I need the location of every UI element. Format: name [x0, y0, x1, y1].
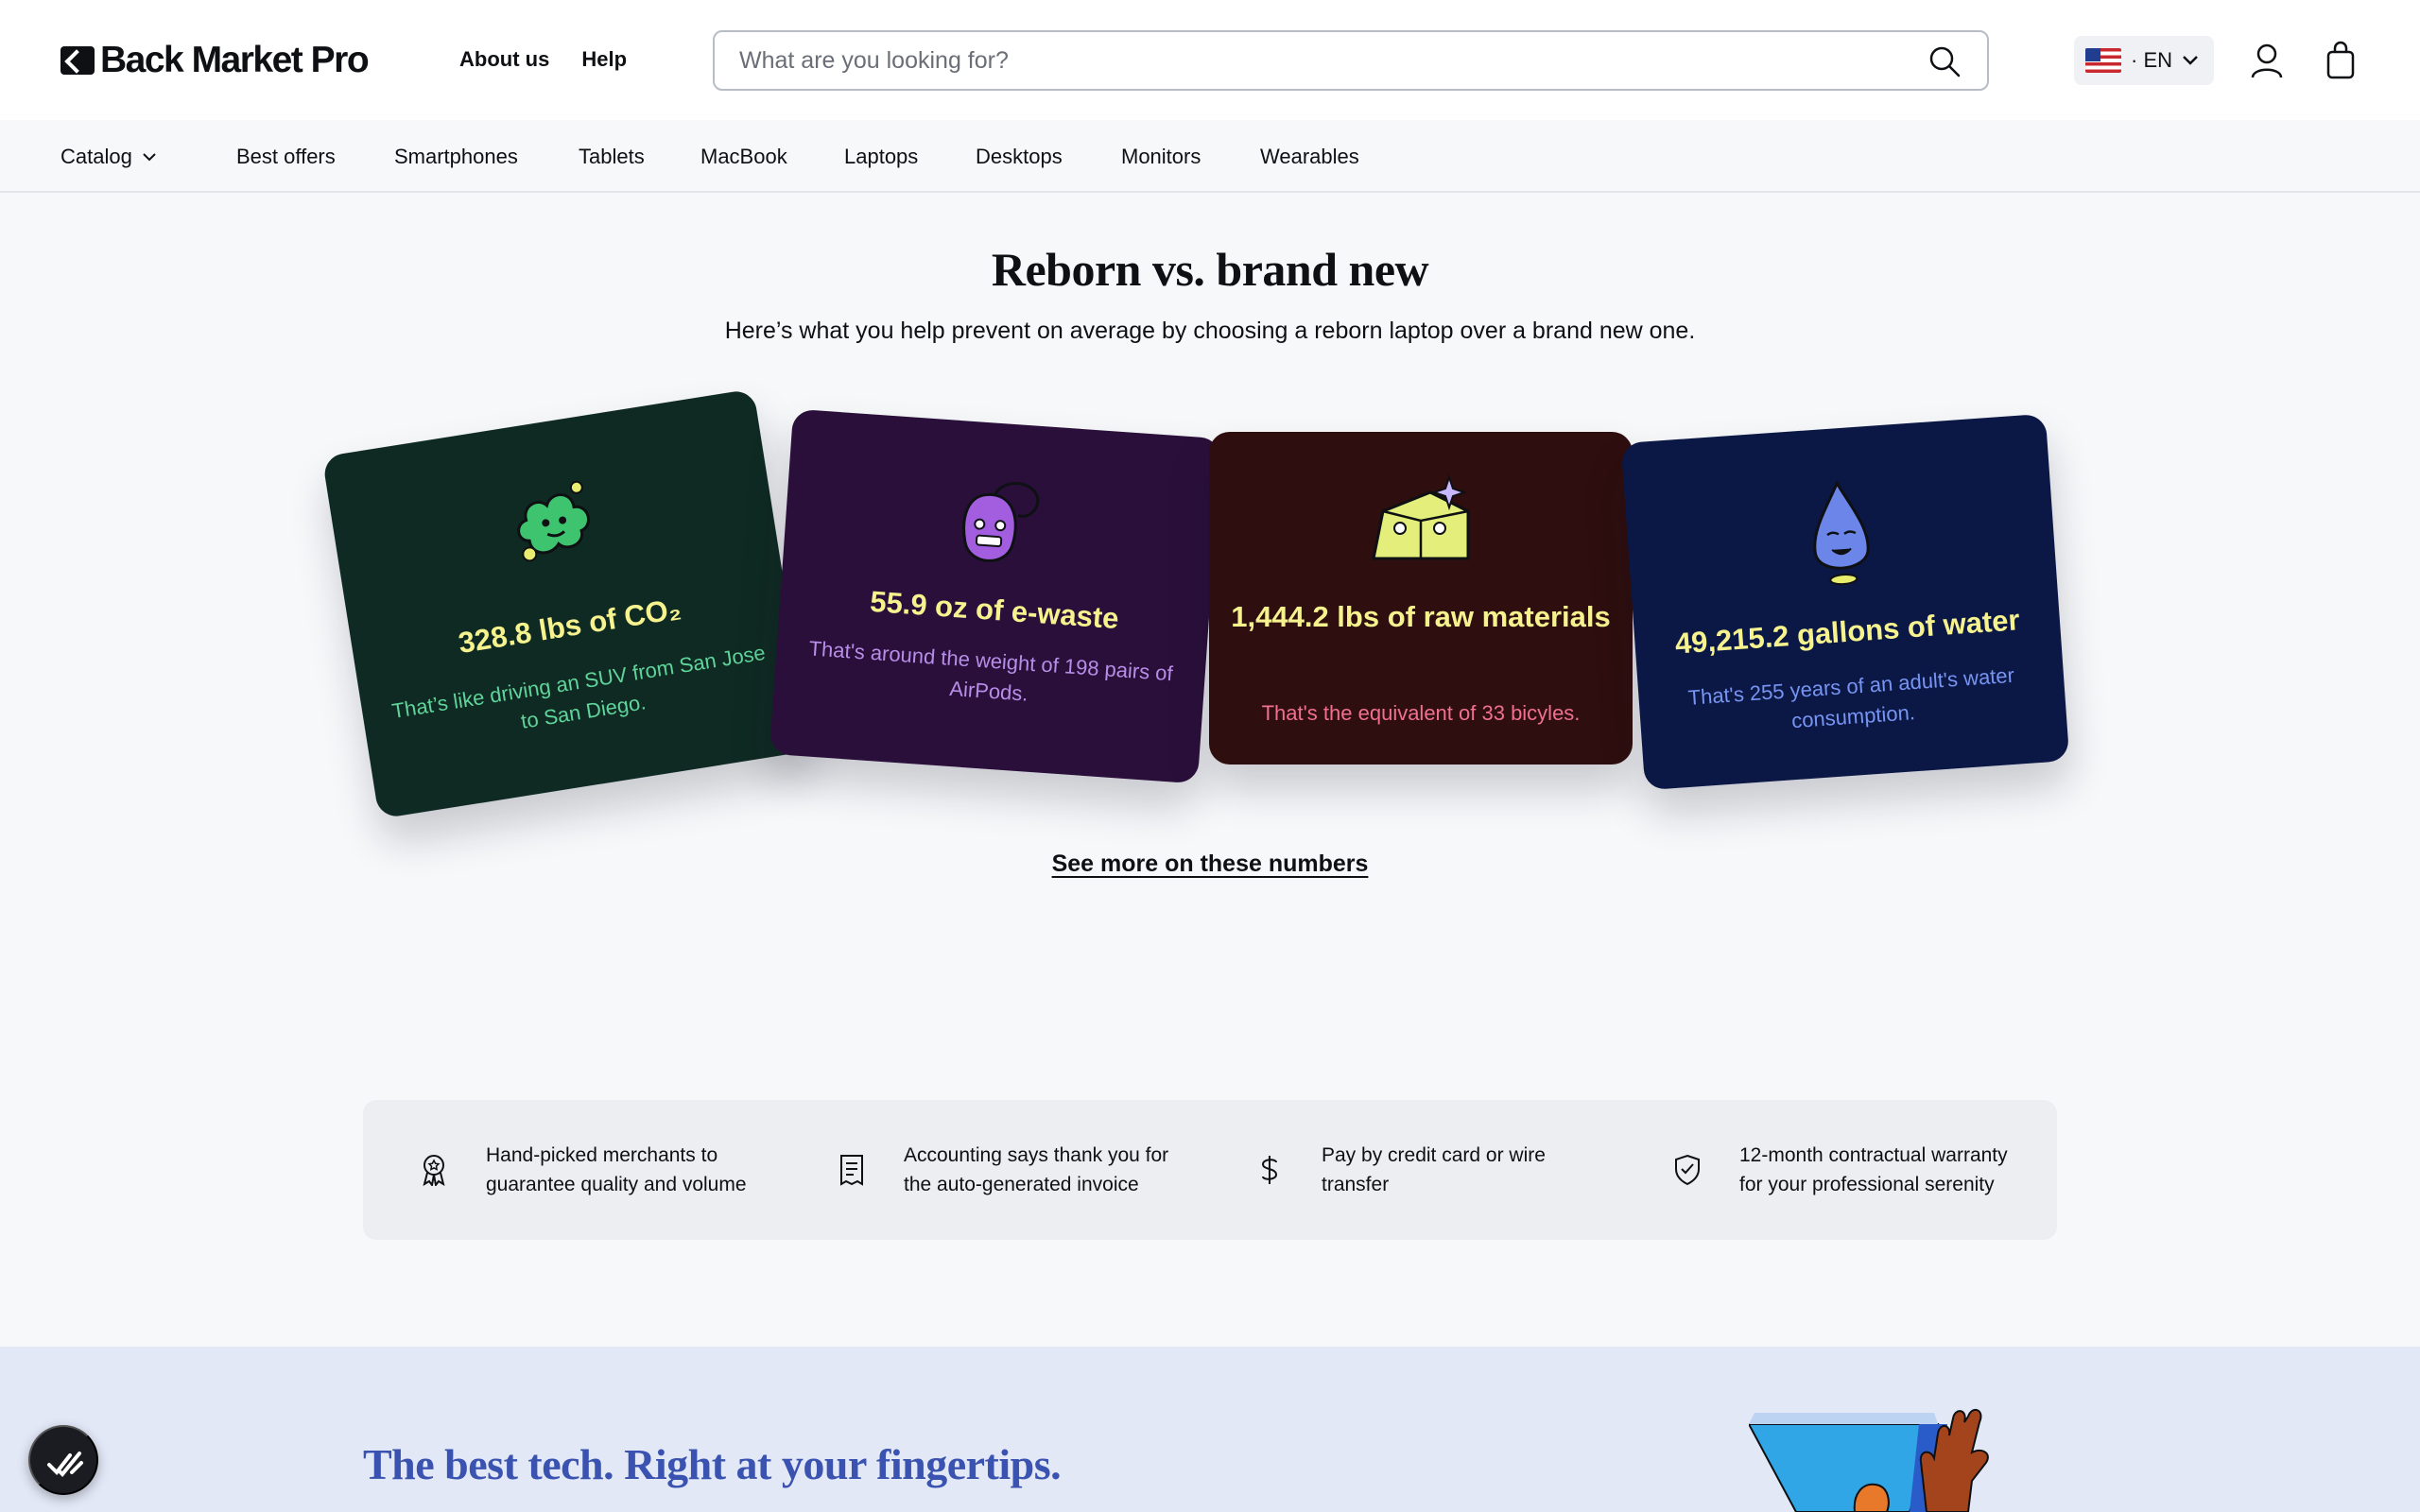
logo-icon — [60, 46, 95, 75]
water-description: That's 255 years of an adult's water con… — [1686, 662, 2015, 733]
benefit-text: 12-month contractual warranty for your p… — [1739, 1143, 2008, 1196]
nav-best-offers[interactable]: Best offers — [236, 145, 336, 169]
benefit-text: Accounting says thank you for the auto-g… — [904, 1143, 1169, 1196]
catalog-menu[interactable]: Catalog — [60, 145, 157, 169]
raw-materials-card: 1,444.2 lbs of raw materials That's the … — [1209, 432, 1633, 765]
nav-tablets[interactable]: Tablets — [579, 145, 645, 169]
raw-materials-description: That's the equivalent of 33 bicyles. — [1261, 701, 1581, 725]
language-label: · EN — [2131, 48, 2172, 72]
benefit-item: Accounting says thank you for the auto-g… — [838, 1125, 1178, 1215]
nav-smartphones[interactable]: Smartphones — [394, 145, 518, 169]
search-bar — [713, 30, 1989, 91]
search-input[interactable] — [739, 32, 1874, 89]
benefit-text: Pay by credit card or wire transfer — [1322, 1143, 1546, 1196]
section-subtitle: Here’s what you help prevent on average … — [724, 318, 1696, 344]
nav-wearables[interactable]: Wearables — [1260, 145, 1359, 169]
phone-hand-illustration — [1749, 1408, 1989, 1512]
promo-title: The best tech. Right at your fingertips. — [363, 1440, 1062, 1488]
benefit-item: 12-month contractual warranty for your p… — [1673, 1125, 2014, 1215]
app-promo-banner: The best tech. Right at your fingertips. — [0, 1347, 2420, 1512]
see-more-link[interactable]: See more on these numbers — [1052, 850, 1369, 877]
benefit-text: Hand-picked merchants to guarantee quali… — [486, 1143, 747, 1196]
chevron-down-icon — [2183, 56, 2198, 65]
ewaste-value: 55.9 oz of e-waste — [869, 584, 1120, 636]
nav-desktops[interactable]: Desktops — [976, 145, 1063, 169]
nav-macbook[interactable]: MacBook — [700, 145, 787, 169]
header-links: About us Help — [459, 47, 627, 72]
water-value: 49,215.2 gallons of water — [1673, 603, 2021, 661]
see-more-container: See more on these numbers — [0, 850, 2420, 878]
cart-icon[interactable] — [2318, 38, 2363, 83]
nav-monitors[interactable]: Monitors — [1121, 145, 1201, 169]
catalog-label: Catalog — [60, 145, 132, 168]
chat-button[interactable] — [28, 1425, 98, 1495]
language-selector[interactable]: · EN — [2074, 36, 2214, 85]
dollar-icon — [1261, 1156, 1278, 1184]
category-nav: Catalog Best offers Smartphones Tablets … — [0, 120, 2420, 193]
mouse-icon — [962, 482, 1040, 562]
user-account-icon[interactable] — [2244, 38, 2290, 83]
award-icon — [423, 1155, 445, 1186]
co2-cloud-icon — [517, 480, 590, 562]
water-card: 49,215.2 gallons of water That's 255 yea… — [1620, 413, 2070, 791]
logo[interactable]: Back Market Pro — [60, 40, 370, 80]
ewaste-card: 55.9 oz of e-waste That's around the wei… — [769, 408, 1222, 784]
benefit-item: Pay by credit card or wire transfer — [1255, 1125, 1596, 1215]
about-us-link[interactable]: About us — [459, 47, 549, 72]
raw-materials-value: 1,444.2 lbs of raw materials — [1231, 600, 1611, 633]
search-icon[interactable] — [1928, 45, 1961, 77]
shield-check-icon — [1675, 1154, 1700, 1186]
ewaste-description: That's around the weight of 198 pairs of… — [807, 636, 1174, 706]
co2-card: 328.8 lbs of CO₂ That’s like driving an … — [321, 388, 811, 819]
water-drop-icon — [1813, 479, 1870, 586]
benefit-item: Hand-picked merchants to guarantee quali… — [420, 1125, 760, 1215]
benefits-bar: Hand-picked merchants to guarantee quali… — [363, 1100, 2057, 1240]
section-title: Reborn vs. brand new — [991, 243, 1429, 296]
raw-material-icon — [1372, 473, 1470, 560]
invoice-icon — [840, 1155, 863, 1186]
help-link[interactable]: Help — [581, 47, 627, 72]
nav-laptops[interactable]: Laptops — [844, 145, 918, 169]
us-flag-icon — [2085, 48, 2121, 73]
site-header: Back Market Pro About us Help · EN — [0, 0, 2420, 120]
chevron-down-icon — [143, 153, 156, 162]
checkmarks-icon — [47, 1452, 83, 1477]
logo-text: Back Market Pro — [100, 40, 370, 80]
